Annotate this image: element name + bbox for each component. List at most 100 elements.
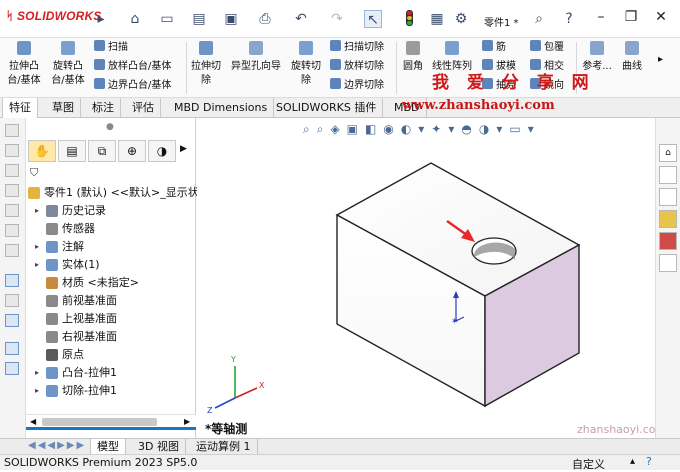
configuration-tab-icon[interactable]: ⧉ [88, 140, 116, 162]
wrap-button[interactable]: 包覆 [530, 40, 564, 55]
new-document-icon[interactable]: ▭ [158, 10, 176, 28]
file-explorer-icon[interactable] [659, 210, 677, 228]
panel-handle-icon[interactable]: ● [106, 122, 114, 132]
save-icon[interactable]: ▣ [222, 10, 240, 28]
units-dropdown-icon[interactable]: ▴ [630, 456, 635, 467]
print-icon[interactable]: ⎙ [256, 10, 274, 28]
fillet-button[interactable]: 圆角 [400, 41, 426, 74]
loft-cut-button[interactable]: 放样切除 [330, 59, 384, 74]
panel-split-bar[interactable] [26, 427, 196, 430]
undo-icon[interactable]: ↶ [292, 10, 310, 28]
tree-item-annotations[interactable]: ▸ 注解 [26, 238, 196, 256]
tree-item-material[interactable]: 材质 <未指定> [26, 274, 196, 292]
wrap-icon [530, 40, 541, 51]
minimize-icon[interactable]: – [590, 6, 612, 28]
expand-arrow-icon[interactable]: ▸ [32, 238, 42, 256]
tab-motion-study[interactable]: 运动算例 1 [190, 439, 258, 454]
tab-3d-views[interactable]: 3D 视图 [132, 439, 186, 454]
open-icon[interactable]: ▤ [190, 10, 208, 28]
tree-item-boss-extrude1[interactable]: ▸ 凸台-拉伸1 [26, 364, 196, 382]
strip-button-icon[interactable] [5, 294, 19, 307]
revolve-cut-button[interactable]: 旋转切除 [290, 41, 322, 88]
expand-arrow-icon[interactable]: ▸ [92, 10, 110, 28]
hole-wizard-button[interactable]: 异型孔向导 [228, 41, 284, 74]
tabs-more-icon[interactable]: ▶ [180, 144, 187, 154]
tab-dimensions[interactable]: 标注 [86, 98, 121, 118]
display-manager-tab-icon[interactable]: ◑ [148, 140, 176, 162]
strip-button-icon[interactable] [5, 184, 19, 197]
close-icon[interactable]: ✕ [650, 6, 672, 28]
horizontal-scrollbar[interactable]: ◀ ▶ [26, 414, 196, 428]
extrude-boss-icon [17, 41, 31, 55]
strip-button-icon[interactable] [5, 224, 19, 237]
tree-item-cut-extrude1[interactable]: ▸ 切除-拉伸1 [26, 382, 196, 400]
resources-pane-icon[interactable] [659, 166, 677, 184]
tree-item-origin[interactable]: 原点 [26, 346, 196, 364]
custom-properties-icon[interactable] [659, 254, 677, 272]
tree-item-front-plane[interactable]: 前视基准面 [26, 292, 196, 310]
tab-features[interactable]: 特征 [2, 98, 38, 118]
sweep-cut-button[interactable]: 扫描切除 [330, 40, 384, 55]
expand-arrow-icon[interactable]: ▸ [32, 382, 42, 400]
tab-scroll-arrows-icon[interactable]: ◀◀◀▶▶▶ [28, 440, 86, 451]
rebuild-icon[interactable]: ▦ [428, 10, 446, 28]
strip-button-icon[interactable] [5, 164, 19, 177]
help-status-icon[interactable]: ? [646, 455, 652, 468]
home-icon[interactable]: ⌂ [126, 10, 144, 28]
redo-icon[interactable]: ↷ [328, 10, 346, 28]
strip-button-icon[interactable] [5, 342, 19, 355]
tree-item-top-plane[interactable]: 上视基准面 [26, 310, 196, 328]
rib-button[interactable]: 筋 [482, 40, 506, 55]
curves-button[interactable]: 曲线 [616, 41, 648, 74]
strip-button-icon[interactable] [5, 144, 19, 157]
property-manager-tab-icon[interactable]: ▤ [58, 140, 86, 162]
tab-mbd-dimensions[interactable]: MBD Dimensions [168, 98, 275, 118]
scroll-thumb[interactable] [42, 418, 157, 426]
strip-button-icon[interactable] [5, 274, 19, 287]
tab-model[interactable]: 模型 [90, 439, 126, 454]
tree-item-right-plane[interactable]: 右视基准面 [26, 328, 196, 346]
revolve-boss-button[interactable]: 旋转凸台/基体 [48, 41, 88, 88]
expand-arrow-icon[interactable]: ▸ [32, 364, 42, 382]
dimxpert-tab-icon[interactable]: ⊕ [118, 140, 146, 162]
feature-tree-tab-icon[interactable]: ✋ [28, 140, 56, 162]
strip-button-icon[interactable] [5, 244, 19, 257]
expand-arrow-icon[interactable]: ▸ [32, 256, 42, 274]
scroll-right-icon[interactable]: ▶ [184, 417, 190, 426]
tab-evaluate[interactable]: 评估 [126, 98, 161, 118]
appearances-icon[interactable] [659, 232, 677, 250]
expand-arrow-icon[interactable]: ▸ [32, 202, 42, 220]
part-model[interactable]: ✶ Y X Z [197, 118, 655, 438]
graphics-area[interactable]: ⌕⌕◈▣◧◉◐▾✦▾◓◑▾▭▾ ✶ Y X Z *等轴测 zhanshaoyi.… [197, 118, 666, 438]
loft-boss-button[interactable]: 放样凸台/基体 [94, 59, 171, 74]
scroll-left-icon[interactable]: ◀ [30, 417, 36, 426]
strip-button-icon[interactable] [5, 362, 19, 375]
sweep-button[interactable]: 扫描 [94, 40, 128, 55]
tab-sketch[interactable]: 草图 [46, 98, 81, 118]
traffic-light-icon[interactable] [400, 10, 418, 28]
filter-icon[interactable]: ⛉ [30, 166, 38, 180]
home-pane-icon[interactable]: ⌂ [659, 144, 677, 162]
strip-button-icon[interactable] [5, 314, 19, 327]
boundary-cut-button[interactable]: 边界切除 [330, 78, 384, 93]
tab-solidworks-addins[interactable]: SOLIDWORKS 插件 [270, 98, 384, 118]
strip-button-icon[interactable] [5, 204, 19, 217]
boundary-boss-button[interactable]: 边界凸台/基体 [94, 78, 171, 93]
rib-icon [482, 40, 493, 51]
restore-icon[interactable]: ❐ [620, 6, 642, 28]
select-arrow-icon[interactable]: ↖ [364, 10, 382, 28]
tree-item-solid-bodies[interactable]: ▸ 实体(1) [26, 256, 196, 274]
search-icon[interactable]: ⌕ [530, 10, 548, 28]
watermark-url: www.zhanshaoyi.com [402, 98, 555, 113]
tree-root[interactable]: 零件1 (默认) <<默认>_显示状 [26, 184, 199, 202]
design-library-icon[interactable] [659, 188, 677, 206]
ribbon-more-arrow-icon[interactable]: ▸ [658, 54, 663, 65]
help-icon[interactable]: ? [560, 10, 578, 28]
feature-manager-panel: ● ✋ ▤ ⧉ ⊕ ◑ ▶ ⛉ 零件1 (默认) <<默认>_显示状 ▸ 历史记录… [26, 118, 199, 438]
options-gear-icon[interactable]: ⚙ [452, 10, 470, 28]
strip-button-icon[interactable] [5, 124, 19, 137]
tree-item-sensors[interactable]: 传感器 [26, 220, 196, 238]
tree-item-history[interactable]: ▸ 历史记录 [26, 202, 196, 220]
extrude-cut-button[interactable]: 拉伸切除 [190, 41, 222, 88]
extrude-boss-button[interactable]: 拉伸凸台/基体 [4, 41, 44, 88]
